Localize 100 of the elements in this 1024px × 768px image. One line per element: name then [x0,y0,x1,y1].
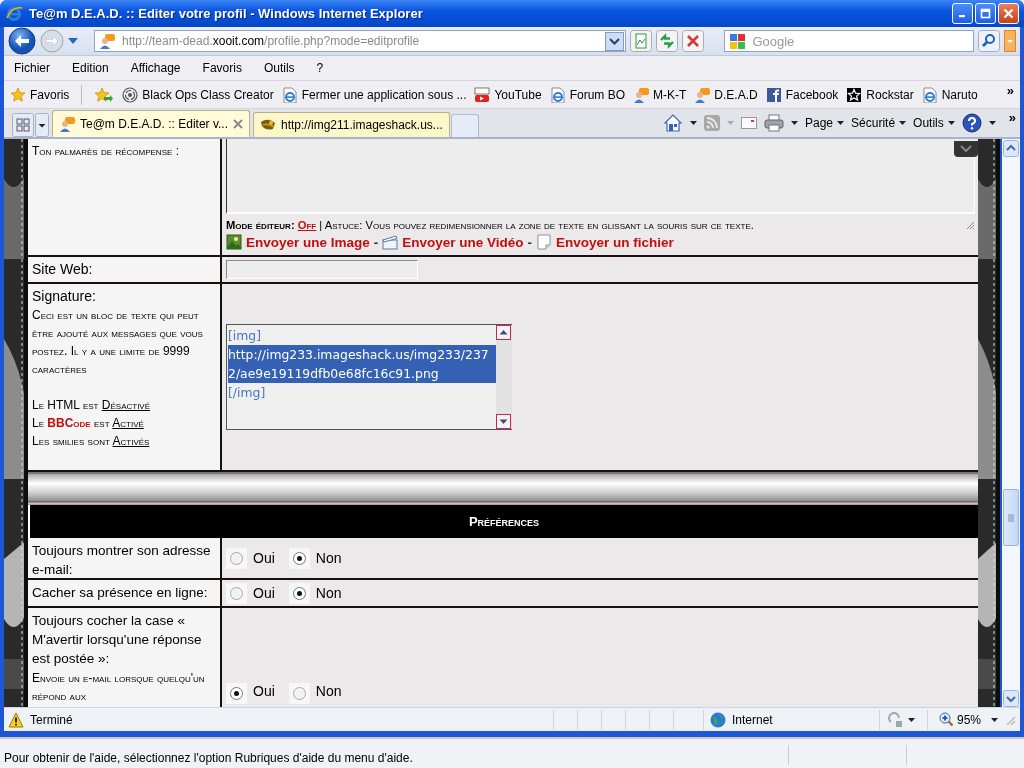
collapse-button[interactable] [954,141,978,157]
menu-item[interactable]: Favoris [202,61,242,75]
search-box[interactable]: Google [724,30,974,52]
favorites-button[interactable]: Favoris [10,86,70,103]
globe-icon [710,711,726,728]
swirl-icon [122,86,139,103]
maximize-icon[interactable] [980,8,991,19]
radio-button[interactable] [230,687,243,700]
website-field[interactable] [226,260,418,279]
option-label: Oui [253,550,275,566]
option-label: Non [315,585,342,601]
compatibility-view-button[interactable] [630,30,653,52]
maximize-button[interactable] [975,3,996,24]
menu-item[interactable]: Edition [72,61,109,75]
stop-button[interactable] [682,30,705,52]
browser-tab[interactable]: Te@m D.E.A.D. :: Editer v... [52,110,250,137]
favorite-link[interactable]: Facebook [765,86,839,103]
favorite-link[interactable]: D.E.A.D [694,86,758,103]
zoom-button[interactable]: 95% [927,709,985,730]
favorite-link[interactable]: Forum BO [549,86,625,103]
clapboard-icon [382,234,399,250]
search-button[interactable] [978,30,1000,52]
upload-link[interactable]: Envoyer une Vidéo [402,234,524,250]
menu-item[interactable]: ? [316,61,324,75]
radio-button[interactable] [292,586,306,600]
search-options-button[interactable] [1004,30,1016,52]
address-field[interactable]: http://team-dead.xooit.com/profile.php?mode=editprofile [94,30,627,52]
scroll-down-button[interactable] [496,413,511,429]
printer-icon[interactable] [764,114,784,132]
person-bubble-icon [59,116,75,132]
upload-link[interactable]: Envoyer une Image [246,234,370,250]
caret-icon [947,121,955,125]
more-chevron[interactable]: » [1008,110,1016,125]
minimize-button[interactable] [952,3,973,24]
mail-icon[interactable] [741,117,757,129]
setting-status-text: Les smilies sont Activés [32,433,151,450]
menu-item[interactable]: Outils [263,61,295,75]
signature-field[interactable]: [img] http://img233.imageshack.us/img233/2372/ae9e19119dfb0e68fc16c91.png [/img] [226,323,512,430]
scrollbar[interactable] [1002,139,1020,707]
menu-item[interactable]: Affichage [130,61,181,75]
scroll-up-button[interactable] [496,324,511,340]
radio-button[interactable] [230,551,243,565]
radio-button[interactable] [230,586,243,600]
toolbar-menu-button[interactable]: Page [805,116,845,130]
quick-tabs-button[interactable] [12,113,34,137]
help-icon[interactable] [961,113,982,133]
more-chevron[interactable]: » [1006,83,1014,98]
person-bubble-icon [694,86,711,103]
awards-field[interactable] [226,139,975,214]
field-label: Toujours montrer son adresse e-mail: [32,542,212,579]
caret-icon[interactable] [791,121,798,125]
address-dropdown-button[interactable] [605,31,625,51]
toolbar-menu-button[interactable]: Outils [913,116,955,130]
selected-text: http://img233.imageshack.us/img233/2372/ae9e19119dfb0e68fc16c91.png [228,344,496,383]
favorite-link[interactable]: Rockstar [846,86,914,103]
forward-button[interactable] [40,29,64,53]
field-label: Cacher sa présence en ligne: [32,584,209,602]
option-label: Oui [253,683,275,699]
favorite-link[interactable]: M-K-T [632,86,687,103]
caret-icon[interactable] [908,717,915,722]
caret-icon[interactable] [991,717,998,722]
editor-tip-text: Mode éditeur: Off | Astuce: Vous pouvez redimensionner la zone de texte en glissant la souris sur ce texte. [226,218,755,233]
tab-list-button[interactable] [35,113,49,137]
status-text: Terminé [30,712,73,727]
add-favorite-button[interactable] [94,86,115,103]
caret-icon[interactable] [690,121,697,125]
favorite-link[interactable]: Fermer une application sous ... [281,86,467,103]
home-icon[interactable] [663,113,683,133]
history-dropdown-icon[interactable] [68,38,78,44]
section-header: Préférences [28,505,978,538]
back-button[interactable] [8,27,36,55]
editor-mode-link[interactable]: Off [297,219,317,231]
landscape-icon [226,234,242,250]
resize-grip-icon[interactable] [965,220,975,230]
status-link[interactable]: Activés [112,434,150,448]
refresh-button[interactable] [656,30,679,52]
status-link[interactable]: Désactivé [101,398,151,412]
scrollbar-thumb[interactable] [1003,489,1019,546]
favorite-link[interactable]: Black Ops Class Creator [122,86,274,103]
favorite-link[interactable]: Naruto [921,86,978,103]
browser-tab[interactable]: http://img211.imageshack.us... [253,112,450,137]
radio-button[interactable] [292,551,306,565]
upload-link[interactable]: Envoyer un fichier [556,234,674,250]
resize-grip-icon[interactable] [1004,713,1016,726]
menu-item[interactable]: Fichier [14,61,50,75]
caret-icon[interactable] [988,121,996,125]
close-button[interactable] [998,3,1019,24]
scroll-down-button[interactable] [1003,690,1019,707]
caret-icon [727,121,734,125]
option-label: Non [315,550,342,566]
toolbar-menu-button[interactable]: Sécurité [851,116,907,130]
radio-button[interactable] [292,687,306,700]
browser-logo-icon [6,5,23,22]
status-link[interactable]: Activé [112,416,144,430]
option-label: Oui [253,585,275,601]
close-icon[interactable] [233,119,243,129]
scroll-up-button[interactable] [1003,140,1019,157]
favorite-link[interactable]: YouTube [474,86,542,103]
search-field[interactable]: Google [750,32,951,50]
chevron-icon[interactable] [960,145,972,153]
